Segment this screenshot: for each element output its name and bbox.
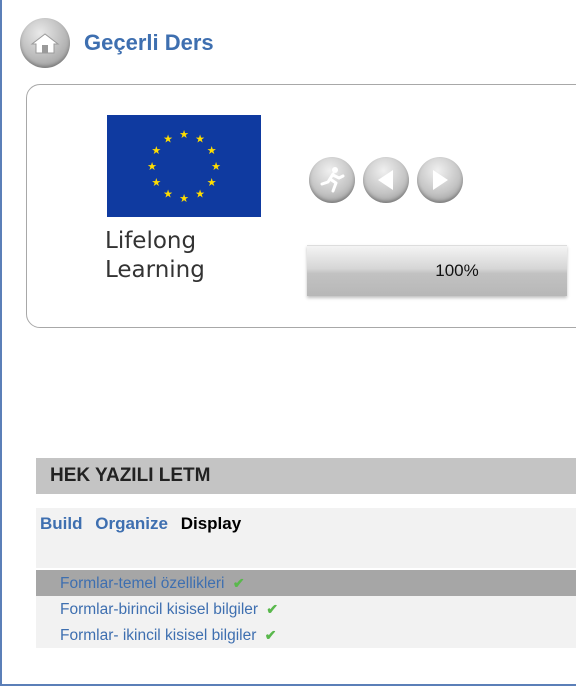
header: Geçerli Ders bbox=[20, 18, 214, 68]
home-button[interactable] bbox=[20, 18, 70, 68]
eu-star-icon: ★ bbox=[195, 189, 205, 201]
module-tabs: Build Organize Display bbox=[36, 508, 576, 568]
checkmark-icon: ✔ bbox=[232, 575, 245, 591]
next-button[interactable] bbox=[417, 157, 463, 203]
checkmark-icon: ✔ bbox=[266, 601, 279, 617]
eu-star-icon: ★ bbox=[207, 177, 217, 189]
logo-text-line1: Lifelong bbox=[105, 228, 197, 254]
eu-star-icon: ★ bbox=[163, 189, 173, 201]
lesson-item[interactable]: Formlar-birincil kisisel bilgiler ✔ bbox=[36, 596, 576, 622]
progress-bar: 100% bbox=[307, 245, 567, 296]
page-title: Geçerli Ders bbox=[84, 30, 214, 55]
prev-arrow-icon bbox=[378, 170, 393, 190]
course-card: ★ ★ ★ ★ ★ ★ ★ ★ ★ ★ ★ ★ Lifelong Learning 100% bbox=[26, 84, 576, 328]
eu-star-icon: ★ bbox=[195, 133, 205, 145]
home-icon bbox=[30, 33, 60, 54]
tab-display[interactable]: Display bbox=[181, 514, 241, 533]
eu-star-icon: ★ bbox=[179, 193, 189, 205]
start-button[interactable] bbox=[309, 157, 355, 203]
lesson-label: Formlar-birincil kisisel bilgiler bbox=[60, 601, 259, 618]
runner-icon bbox=[320, 167, 345, 193]
eu-star-icon: ★ bbox=[151, 145, 161, 157]
checkmark-icon: ✔ bbox=[264, 627, 277, 643]
next-arrow-icon bbox=[433, 170, 448, 190]
progress-label: 100% bbox=[435, 261, 479, 280]
eu-star-icon: ★ bbox=[163, 133, 173, 145]
eu-star-icon: ★ bbox=[151, 177, 161, 189]
module-title: HEK YAZILI LETM bbox=[36, 458, 576, 494]
previous-button[interactable] bbox=[363, 157, 409, 203]
eu-star-icon: ★ bbox=[147, 161, 157, 173]
eu-star-icon: ★ bbox=[211, 161, 221, 173]
lesson-list: Formlar-temel özellikleri ✔ Formlar-biri… bbox=[36, 570, 576, 648]
tab-build[interactable]: Build bbox=[40, 514, 83, 533]
lesson-label: Formlar- ikincil kisisel bilgiler bbox=[60, 627, 257, 644]
lifelong-learning-logo: ★ ★ ★ ★ ★ ★ ★ ★ ★ ★ ★ ★ Lifelong Learning bbox=[79, 105, 261, 305]
navigation-controls bbox=[309, 157, 463, 203]
eu-star-icon: ★ bbox=[179, 129, 189, 141]
logo-text-line2: Learning bbox=[105, 257, 205, 283]
eu-star-icon: ★ bbox=[207, 145, 217, 157]
eu-flag-icon: ★ ★ ★ ★ ★ ★ ★ ★ ★ ★ ★ ★ bbox=[107, 115, 261, 217]
tab-organize[interactable]: Organize bbox=[95, 514, 168, 533]
lesson-label: Formlar-temel özellikleri bbox=[60, 575, 225, 592]
lesson-item[interactable]: Formlar- ikincil kisisel bilgiler ✔ bbox=[36, 622, 576, 648]
lesson-item[interactable]: Formlar-temel özellikleri ✔ bbox=[36, 570, 576, 596]
